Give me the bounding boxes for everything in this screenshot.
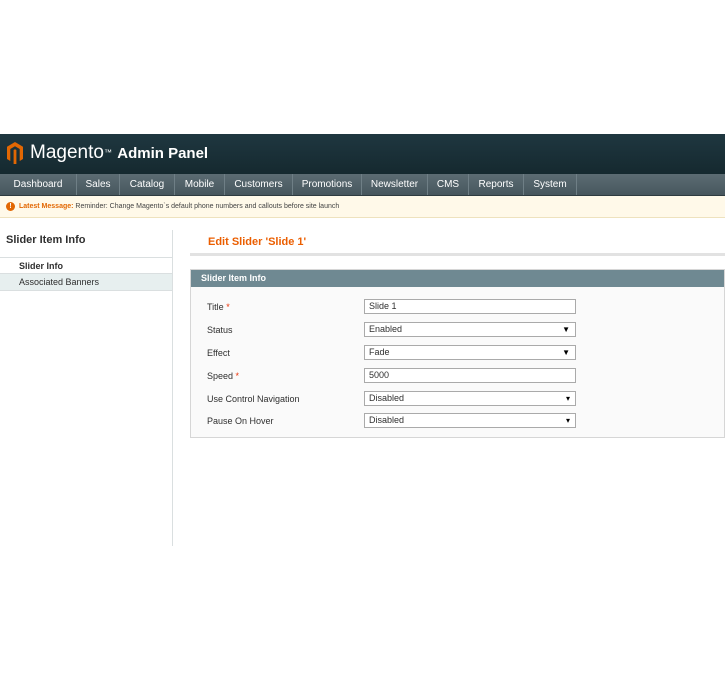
status-label: Status	[207, 325, 233, 335]
effect-value: Fade	[369, 347, 390, 357]
dropdown-arrow-icon: ▼	[562, 325, 570, 334]
title-label-text: Title	[207, 302, 224, 312]
speed-label-text: Speed	[207, 371, 234, 381]
control-navigation-label: Use Control Navigation	[207, 394, 300, 404]
slider-item-fieldset: Slider Item Info Title * Slide 1 Status …	[190, 269, 725, 438]
tab-slider-info[interactable]: Slider Info	[0, 257, 172, 274]
speed-input[interactable]: 5000	[364, 368, 576, 383]
nav-sales[interactable]: Sales	[77, 174, 120, 195]
required-marker: *	[235, 371, 240, 381]
status-select[interactable]: Enabled ▼	[364, 322, 576, 337]
fieldset-legend: Slider Item Info	[191, 270, 724, 287]
title-label: Title *	[207, 302, 230, 312]
notice-icon: !	[6, 202, 15, 211]
control-navigation-select[interactable]: Disabled ▾	[364, 391, 576, 406]
effect-label: Effect	[207, 348, 230, 358]
nav-dashboard[interactable]: Dashboard	[0, 174, 77, 195]
speed-label: Speed *	[207, 371, 239, 381]
nav-reports[interactable]: Reports	[469, 174, 524, 195]
admin-header: Magento™ Admin Panel	[0, 134, 725, 174]
page-title: Edit Slider 'Slide 1'	[208, 236, 307, 248]
latest-message-text: Reminder: Change Magento`s default phone…	[75, 203, 340, 210]
title-divider	[190, 253, 725, 256]
sidebar-tabs: Slider Info Associated Banners	[0, 257, 172, 291]
pause-on-hover-select[interactable]: Disabled ▾	[364, 413, 576, 428]
status-value: Enabled	[369, 324, 403, 334]
tab-associated-banners[interactable]: Associated Banners	[0, 274, 172, 291]
dropdown-arrow-icon: ▾	[565, 416, 570, 425]
screenshot: Magento™ Admin Panel Dashboard Sales Cat…	[0, 134, 725, 546]
nav-promotions[interactable]: Promotions	[293, 174, 362, 195]
pause-on-hover-value: Disabled	[369, 415, 405, 425]
dropdown-arrow-icon: ▾	[565, 394, 570, 403]
sidebar-title: Slider Item Info	[6, 234, 86, 246]
effect-select[interactable]: Fade ▼	[364, 345, 576, 360]
logo-text[interactable]: Magento™ Admin Panel	[30, 142, 208, 165]
logo-panel-label: Admin Panel	[117, 145, 209, 162]
dropdown-arrow-icon: ▼	[562, 348, 570, 357]
latest-message[interactable]: Latest Message: Reminder: Change Magento…	[19, 196, 339, 217]
nav-customers[interactable]: Customers	[225, 174, 293, 195]
nav-catalog[interactable]: Catalog	[120, 174, 175, 195]
nav-system[interactable]: System	[524, 174, 577, 195]
nav-newsletter[interactable]: Newsletter	[362, 174, 428, 195]
control-navigation-value: Disabled	[369, 393, 405, 403]
main-nav: Dashboard Sales Catalog Mobile Customers…	[0, 174, 725, 196]
logo-trademark: ™	[103, 148, 112, 157]
pause-on-hover-label: Pause On Hover	[207, 416, 274, 426]
nav-mobile[interactable]: Mobile	[175, 174, 225, 195]
required-marker: *	[226, 302, 230, 312]
magento-logo-icon	[7, 142, 23, 164]
title-input[interactable]: Slide 1	[364, 299, 576, 314]
latest-message-bar: ! Latest Message: Reminder: Change Magen…	[0, 196, 725, 218]
logo-brand: Magento	[30, 142, 104, 163]
sidebar-divider	[172, 230, 173, 546]
latest-message-label: Latest Message:	[19, 203, 74, 210]
nav-cms[interactable]: CMS	[428, 174, 469, 195]
